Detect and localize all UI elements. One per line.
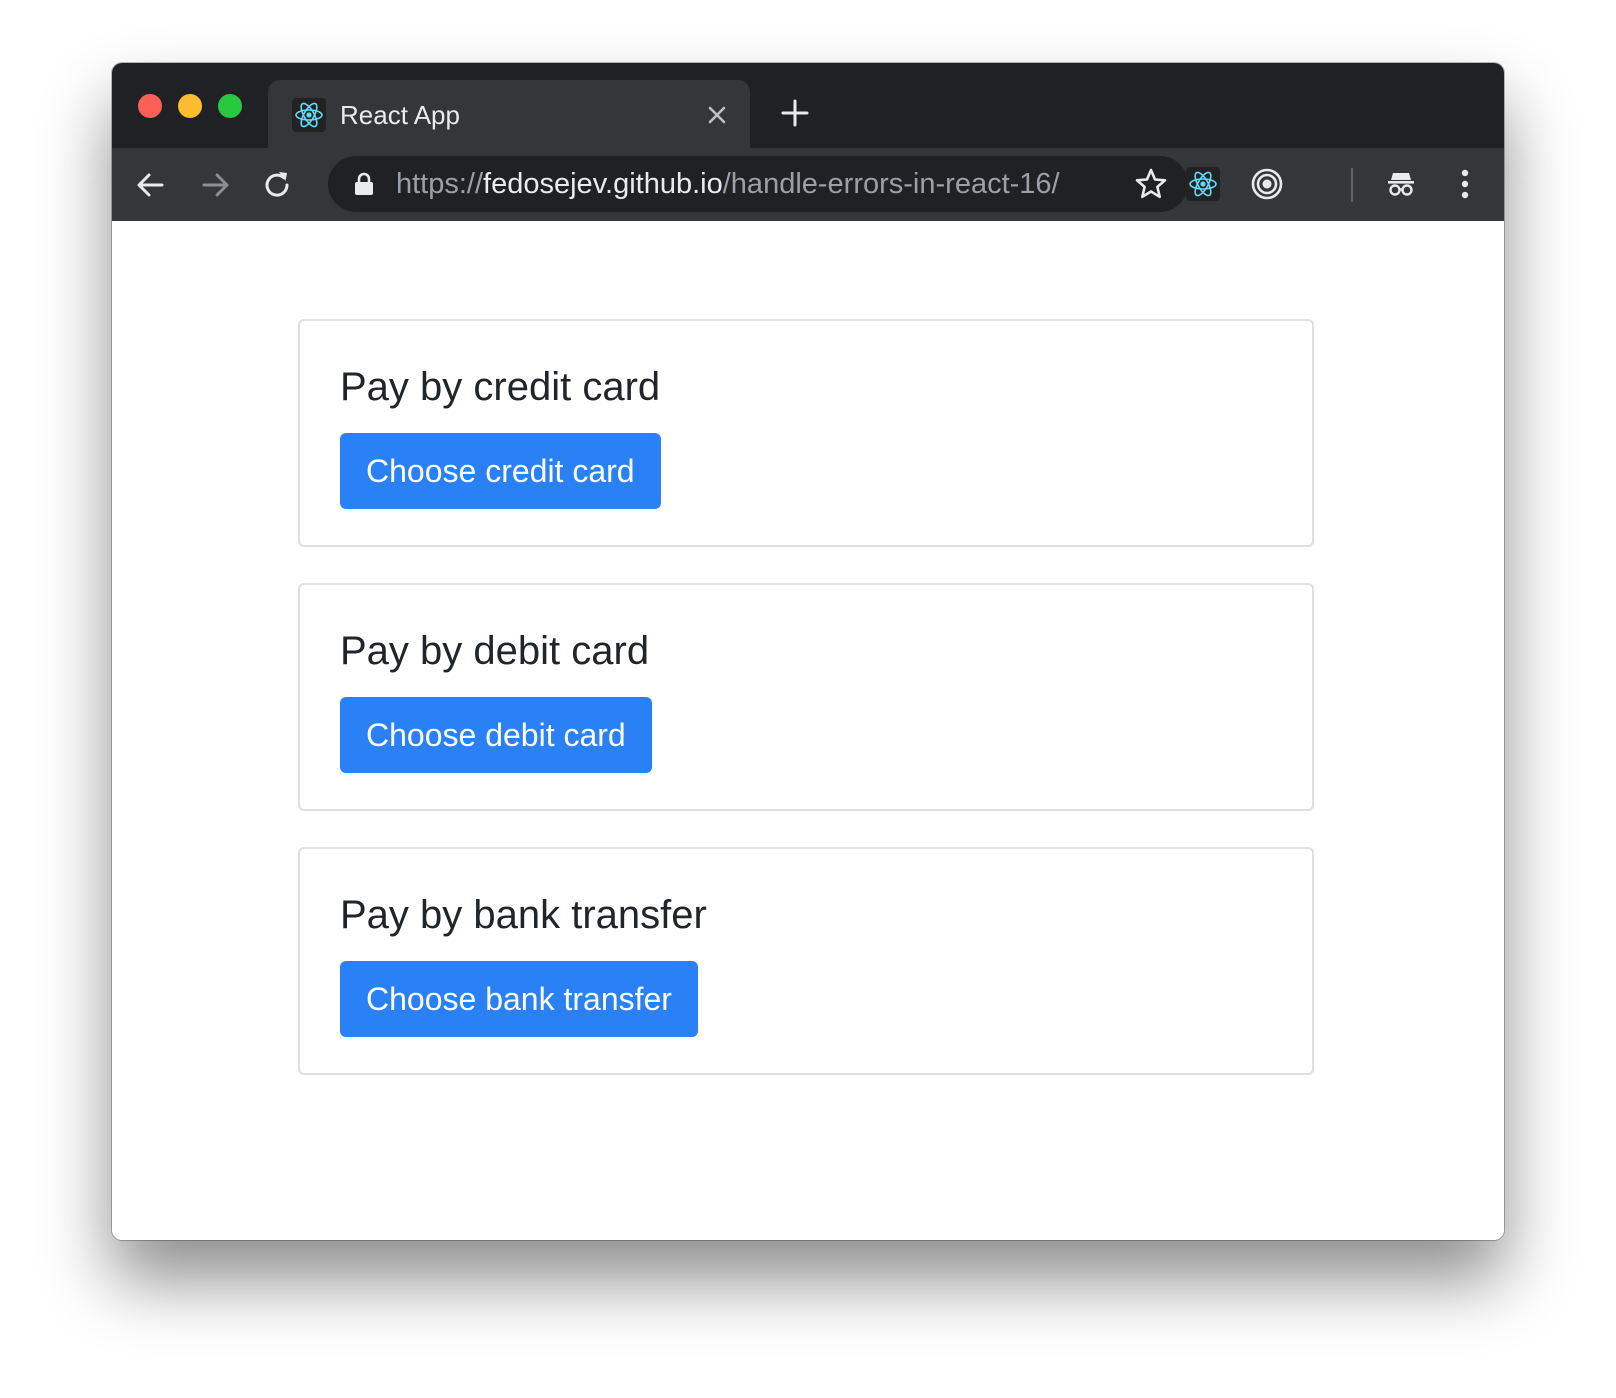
bookmark-star-icon[interactable] xyxy=(1134,167,1168,201)
new-tab-plus-icon[interactable] xyxy=(780,98,810,128)
url-text: https://fedosejev.github.io/handle-error… xyxy=(396,167,1060,201)
url-path: /handle-errors-in-react-16/ xyxy=(722,168,1060,200)
card-title: Pay by debit card xyxy=(340,629,650,673)
card-title: Pay by credit card xyxy=(340,365,661,409)
close-window-button[interactable] xyxy=(138,94,162,118)
target-extension-icon[interactable] xyxy=(1250,167,1284,201)
forward-arrow-icon[interactable] xyxy=(198,168,232,202)
close-icon[interactable] xyxy=(704,102,730,128)
more-menu-icon[interactable] xyxy=(1448,167,1482,201)
url-host: fedosejev.github.io xyxy=(483,168,723,200)
browser-window: React App https://fedosejev.github.io/ha… xyxy=(112,63,1504,1240)
tab-strip: React App xyxy=(112,63,1504,148)
zoom-window-button[interactable] xyxy=(218,94,242,118)
browser-toolbar: https://fedosejev.github.io/handle-error… xyxy=(112,148,1504,221)
back-arrow-icon[interactable] xyxy=(134,168,168,202)
tab-react-app[interactable]: React App xyxy=(268,80,750,148)
url-scheme: https:// xyxy=(396,168,484,200)
choose-debit-card-button[interactable]: Choose debit card xyxy=(340,697,652,773)
toolbar-divider xyxy=(1351,168,1353,202)
tab-title: React App xyxy=(340,100,460,130)
lock-icon[interactable] xyxy=(352,171,376,197)
react-icon xyxy=(292,98,326,132)
address-bar[interactable]: https://fedosejev.github.io/handle-error… xyxy=(328,156,1188,212)
card-debit-card: Pay by debit card Choose debit card xyxy=(298,583,1314,811)
react-devtools-icon[interactable] xyxy=(1186,167,1220,201)
choose-credit-card-button[interactable]: Choose credit card xyxy=(340,433,661,509)
incognito-icon[interactable] xyxy=(1384,167,1418,201)
minimize-window-button[interactable] xyxy=(178,94,202,118)
reload-icon[interactable] xyxy=(260,168,294,202)
page-content: Pay by credit card Choose credit card Pa… xyxy=(112,221,1504,1240)
card-credit-card: Pay by credit card Choose credit card xyxy=(298,319,1314,547)
choose-bank-transfer-button[interactable]: Choose bank transfer xyxy=(340,961,698,1037)
card-title: Pay by bank transfer xyxy=(340,893,707,937)
card-bank-transfer: Pay by bank transfer Choose bank transfe… xyxy=(298,847,1314,1075)
